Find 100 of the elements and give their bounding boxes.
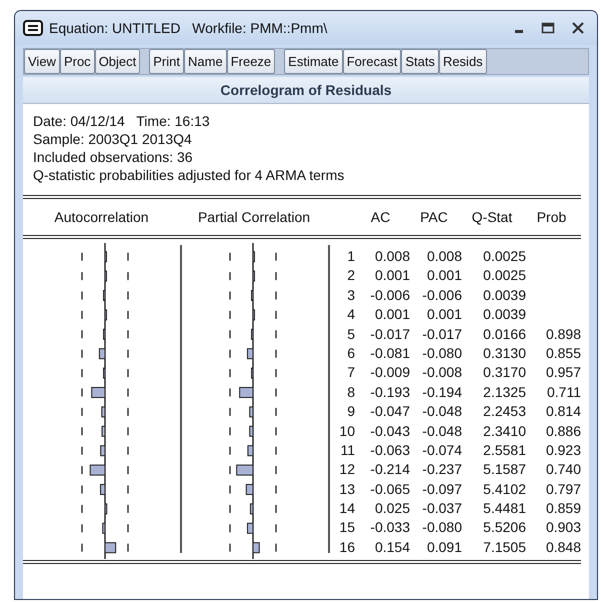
table-cell: 2.5581 — [483, 442, 526, 458]
info-line: Included observations: 36 — [33, 148, 194, 166]
table-cell: 10 — [339, 422, 355, 439]
table-cell: 2.3410 — [483, 422, 526, 439]
table-cell: 7 — [347, 364, 355, 380]
table-cell: 0.797 — [546, 480, 581, 497]
toolbar-button[interactable]: Estimate — [284, 49, 343, 74]
table-cell: -0.080 — [422, 344, 462, 361]
table-cell: 0.3130 — [483, 344, 526, 361]
table-cell: 0.001 — [426, 306, 462, 322]
table-cell: 0.711 — [547, 384, 581, 400]
table-cell: 0.025 — [374, 500, 410, 516]
table-cell: 0.091 — [426, 538, 462, 555]
table-cell: 0.848 — [546, 538, 581, 555]
table-cell: 0.814 — [546, 403, 581, 420]
table-cell: 5.4102 — [483, 480, 526, 497]
table-cell: 6 — [347, 344, 355, 361]
table-cell: 5.4481 — [483, 500, 526, 516]
table-cell: 0.898 — [546, 326, 581, 342]
toolbar-button[interactable]: Resids — [438, 49, 487, 74]
table-cell: 14 — [339, 500, 355, 516]
table-cell: 5.1587 — [483, 461, 526, 478]
table-cell: -0.081 — [370, 344, 410, 361]
toolbar-button[interactable]: Print — [149, 49, 184, 74]
table-cell: 4 — [347, 306, 355, 322]
table-cell: 0.923 — [546, 442, 581, 458]
toolbar-button[interactable]: Proc — [60, 49, 95, 74]
table-cell: 9 — [347, 403, 355, 420]
table-cell: -0.065 — [370, 480, 410, 497]
table-cell: 0.3170 — [483, 364, 526, 380]
menu-icon[interactable] — [23, 20, 43, 36]
column-header: AC — [370, 208, 392, 226]
table-cell: -0.047 — [370, 403, 410, 420]
toolbar-button[interactable]: Name — [184, 49, 227, 74]
table-cell: 5.5206 — [483, 519, 526, 536]
table-cell: 0.855 — [546, 344, 581, 361]
info-line: Q-statistic probabilities adjusted for 4 ARMA terms — [33, 166, 346, 184]
toolbar-button[interactable]: Object — [94, 49, 140, 74]
toolbar-button[interactable]: Forecast — [342, 49, 402, 74]
column-header: Autocorrelation — [53, 208, 150, 226]
table-cell: -0.194 — [422, 384, 462, 400]
table-cell: -0.193 — [370, 384, 410, 400]
table-cell: 12 — [339, 461, 355, 478]
table-cell: -0.017 — [422, 326, 462, 342]
table-cell: 2.1325 — [483, 384, 526, 400]
table-cell: 16 — [339, 538, 355, 555]
table-cell: 0.008 — [426, 248, 462, 264]
toolbar-button[interactable]: Freeze — [226, 49, 276, 74]
table-cell: 1 — [347, 248, 355, 264]
table-cell: -0.214 — [370, 461, 410, 478]
table-cell: -0.080 — [422, 519, 462, 536]
table-cell: 0.0166 — [483, 326, 526, 342]
table-cell: 0.001 — [426, 267, 462, 284]
table-cell: 0.903 — [546, 519, 581, 536]
table-cell: 2.2453 — [483, 403, 526, 420]
close-icon[interactable] — [571, 22, 585, 34]
toolbar-button[interactable]: Stats — [401, 49, 439, 74]
table-cell: 0.001 — [374, 267, 410, 284]
table-cell: 2 — [347, 267, 355, 284]
toolbar-button[interactable]: View — [24, 49, 60, 74]
table-cell: 0.0025 — [483, 248, 526, 264]
table-cell: -0.097 — [422, 480, 462, 497]
table-cell: -0.048 — [422, 403, 462, 420]
table-cell: 0.0025 — [483, 267, 526, 284]
table-cell: -0.063 — [370, 442, 410, 458]
maximize-icon[interactable] — [541, 22, 555, 34]
table-cell: 8 — [347, 384, 355, 400]
table-cell: -0.009 — [370, 364, 410, 380]
table-cell: 0.0039 — [483, 286, 526, 303]
info-line: Date: 04/12/14 Time: 16:13 — [33, 112, 211, 130]
info-line: Sample: 2003Q1 2013Q4 — [33, 130, 193, 148]
view-header: Correlogram of Residuals — [23, 77, 589, 104]
table-cell: 0.957 — [546, 364, 581, 380]
table-cell: 0.154 — [374, 538, 410, 555]
table-cell: 11 — [340, 442, 355, 458]
table-cell: -0.006 — [370, 286, 410, 303]
table-cell: -0.048 — [422, 422, 462, 439]
table-cell: 0.008 — [374, 248, 410, 264]
table-cell: 0.859 — [546, 500, 581, 516]
column-header: PAC — [419, 208, 449, 226]
table-cell: 13 — [339, 480, 355, 497]
table-cell: -0.033 — [370, 519, 410, 536]
column-header: Partial Correlation — [196, 208, 312, 226]
table-cell: 0.0039 — [483, 306, 526, 322]
column-header: Q-Stat — [470, 208, 514, 227]
table-cell: -0.237 — [422, 461, 462, 478]
table-cell: -0.037 — [422, 500, 462, 516]
table-cell: 5 — [347, 326, 355, 342]
table-cell: 0.001 — [374, 306, 410, 322]
table-cell: -0.043 — [370, 422, 410, 439]
table-cell: -0.074 — [422, 442, 462, 458]
table-cell: 0.886 — [546, 422, 581, 439]
table-cell: 7.1505 — [483, 538, 526, 555]
window-title: Equation: UNTITLED Workfile: PMM::Pmm\ — [49, 18, 328, 38]
table-cell: 15 — [339, 519, 355, 536]
table-cell: -0.006 — [422, 286, 462, 303]
column-header: Prob — [536, 208, 568, 226]
table-cell: -0.008 — [422, 364, 462, 380]
table-cell: 0.740 — [546, 461, 581, 478]
table-cell: 3 — [347, 286, 355, 303]
